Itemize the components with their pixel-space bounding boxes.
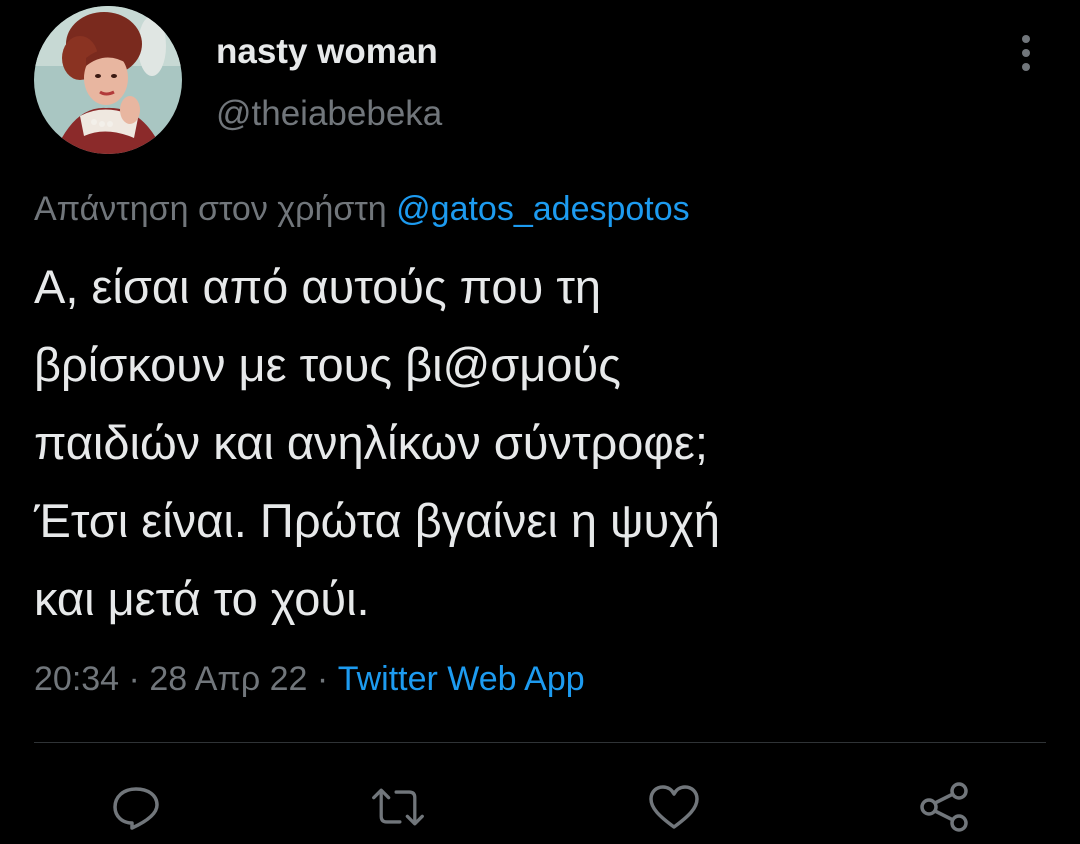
tweet-time[interactable]: 20:34 bbox=[34, 660, 119, 698]
tweet-text-line: παιδιών και ανηλίκων σύντροφε; bbox=[34, 416, 708, 469]
meta-separator: · bbox=[316, 660, 329, 698]
reply-mention-link[interactable]: @gatos_adespotos bbox=[396, 190, 690, 228]
meta-separator: · bbox=[128, 660, 140, 698]
tweet-text-line: Α, είσαι από αυτούς που τη bbox=[34, 260, 602, 313]
reply-context: Απάντηση στον χρήστη @gatos_adespotos bbox=[34, 190, 690, 229]
tweet-text-line: Έτσι είναι. Πρώτα βγαίνει η ψυχή bbox=[34, 494, 721, 547]
more-options-button[interactable] bbox=[1006, 28, 1046, 78]
share-button[interactable] bbox=[916, 782, 972, 832]
tweet-text-line: βρίσκουν με τους βι@σμούς bbox=[34, 338, 621, 391]
display-name[interactable]: nasty woman bbox=[216, 32, 438, 72]
user-handle[interactable]: @theiabebeka bbox=[216, 94, 442, 134]
share-icon bbox=[920, 782, 968, 832]
tweet-meta: 20:34 · 28 Απρ 22 · Twitter Web App bbox=[34, 660, 585, 699]
divider bbox=[34, 742, 1046, 743]
retweet-button[interactable] bbox=[370, 782, 426, 832]
tweet-text: Α, είσαι από αυτούς που τη βρίσκουν με τ… bbox=[34, 248, 1044, 638]
avatar-image bbox=[34, 6, 182, 154]
reply-button[interactable] bbox=[108, 782, 164, 832]
avatar[interactable] bbox=[34, 6, 182, 154]
tweet-date[interactable]: 28 Απρ 22 bbox=[149, 660, 307, 698]
more-vertical-icon bbox=[1022, 35, 1030, 71]
reply-icon bbox=[113, 787, 159, 830]
tweet-source-link[interactable]: Twitter Web App bbox=[338, 660, 585, 698]
retweet-icon bbox=[372, 788, 424, 826]
reply-context-prefix: Απάντηση στον χρήστη bbox=[34, 190, 387, 228]
like-button[interactable] bbox=[646, 782, 702, 832]
tweet-text-line: και μετά το χούι. bbox=[34, 572, 370, 625]
heart-icon bbox=[649, 785, 699, 829]
